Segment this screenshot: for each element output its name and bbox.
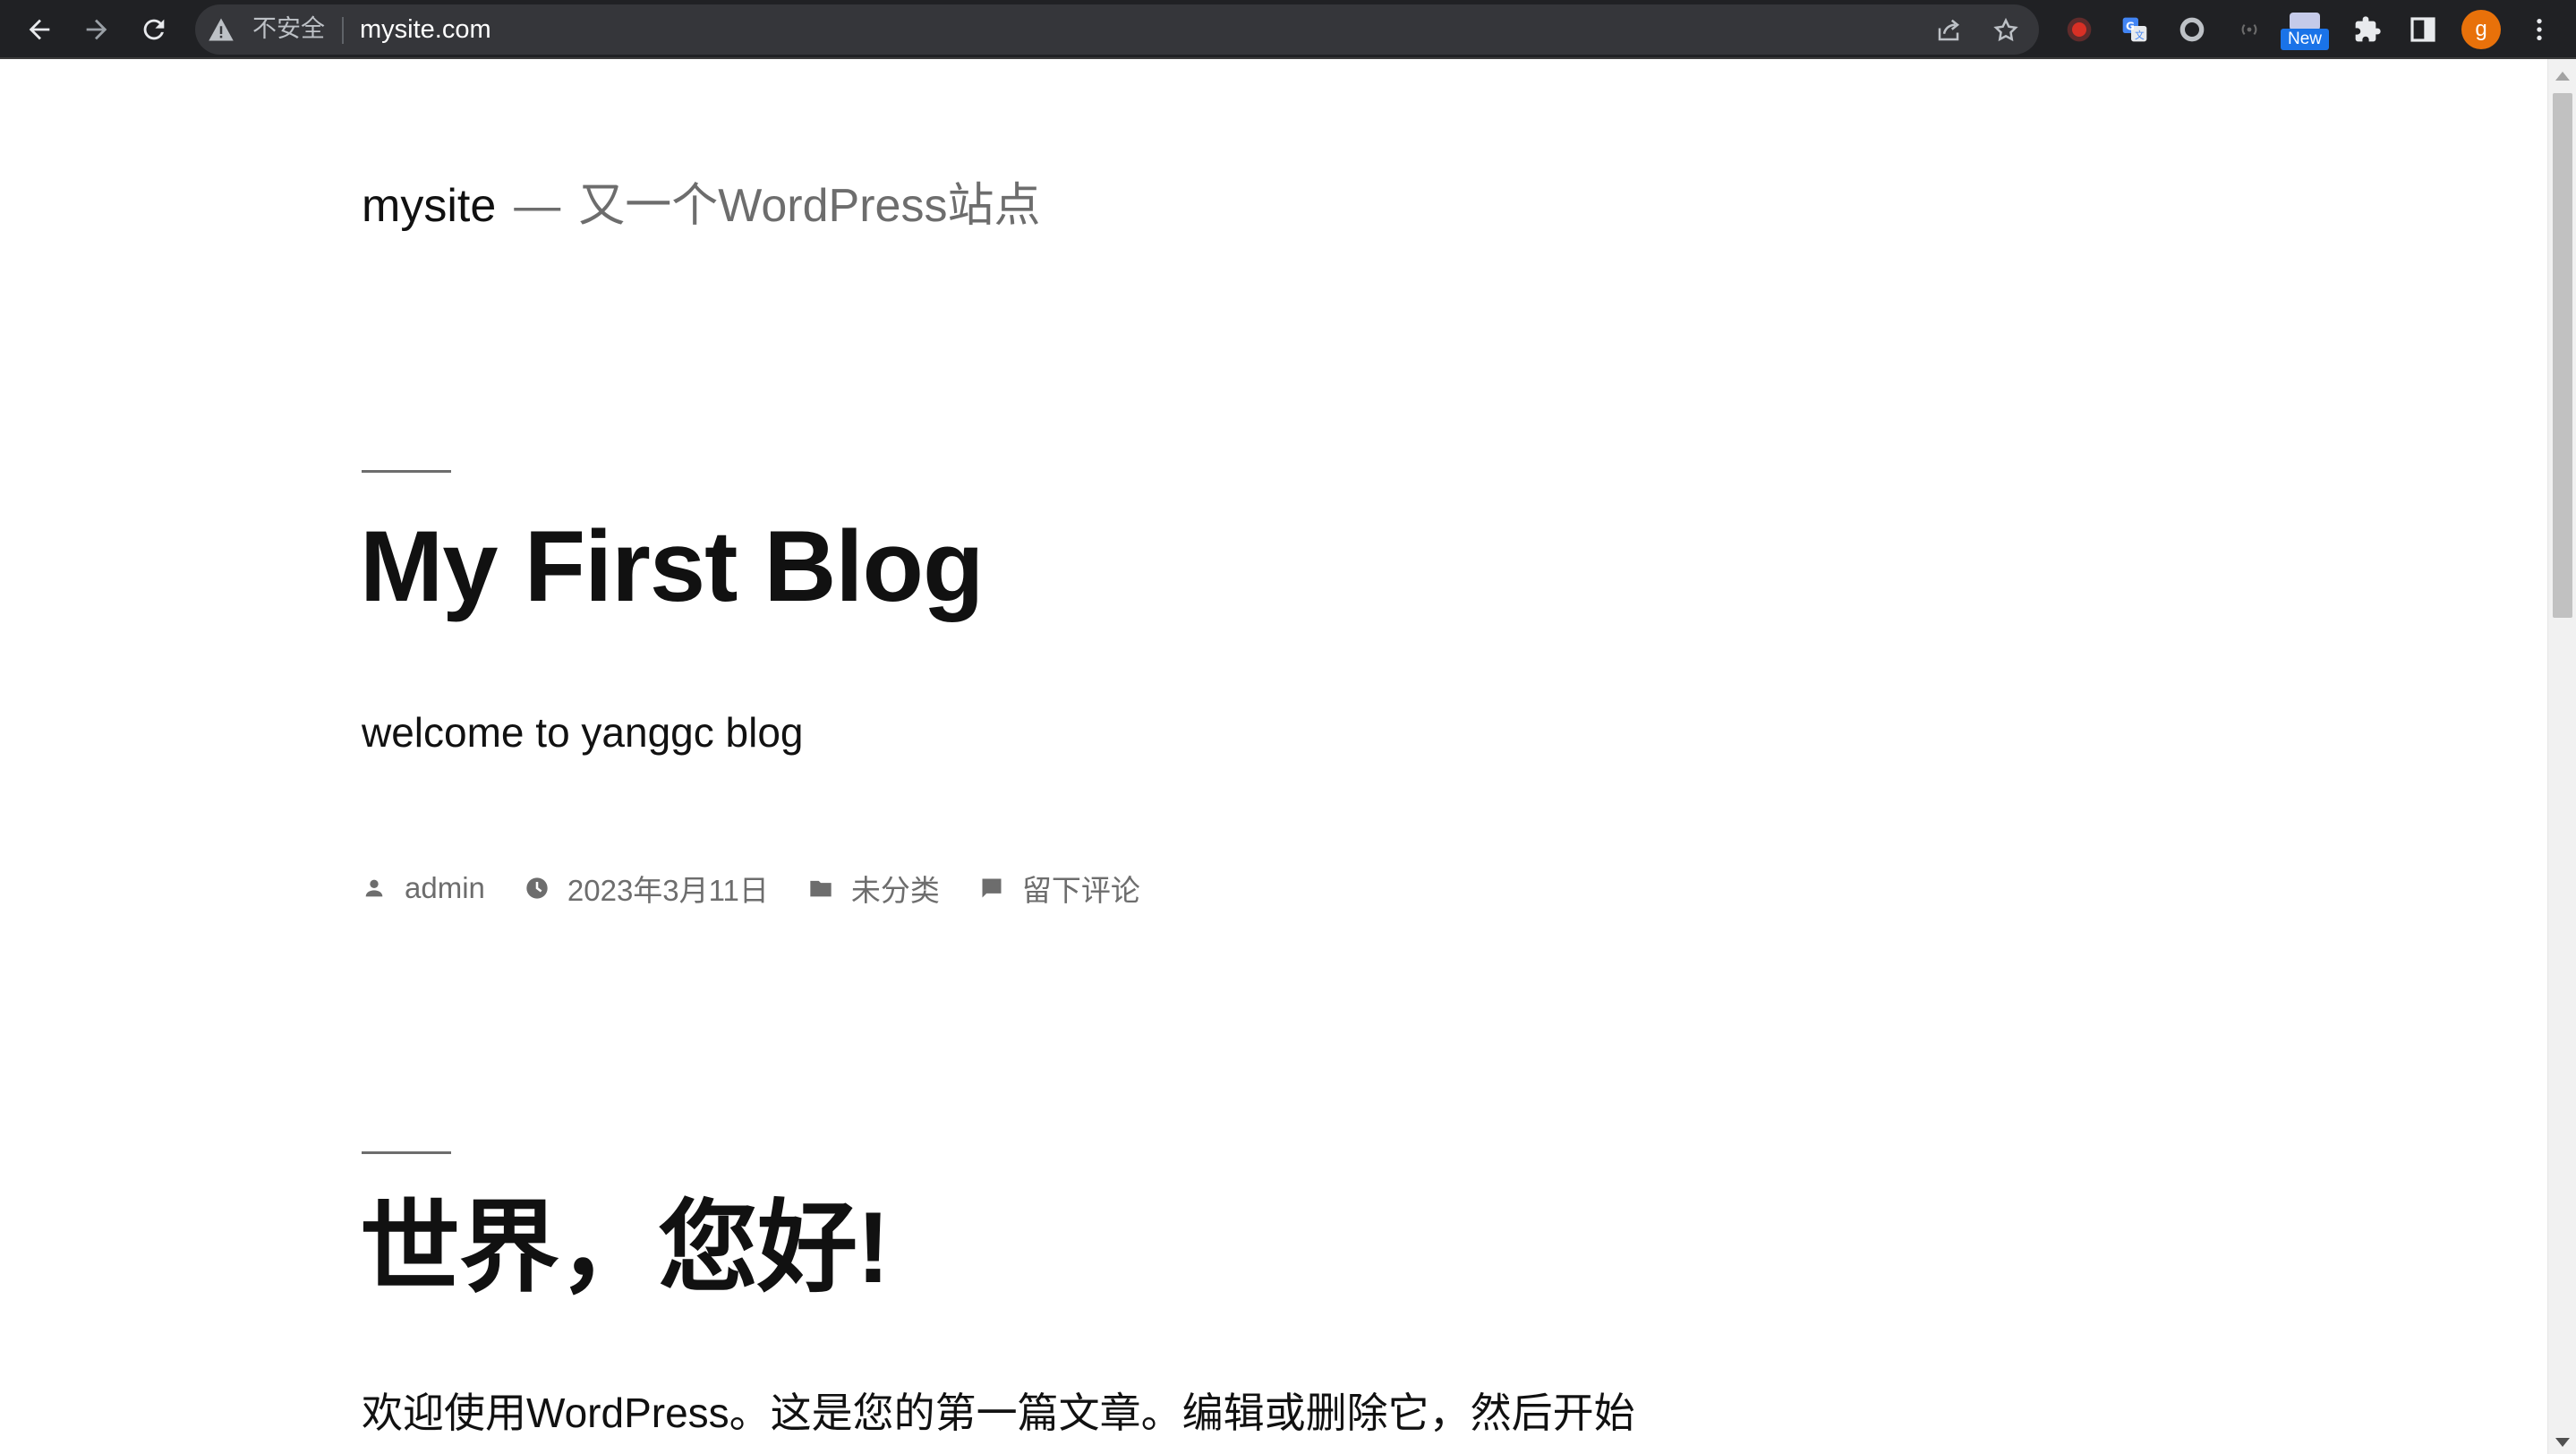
clock-icon bbox=[525, 876, 550, 901]
reload-button[interactable] bbox=[132, 8, 175, 51]
svg-text:文: 文 bbox=[2135, 30, 2145, 41]
share-icon bbox=[1938, 19, 1960, 41]
date-link[interactable]: 2023年3月11日 bbox=[567, 867, 769, 910]
post-date[interactable]: 2023年3月11日 bbox=[525, 867, 769, 910]
circle-icon bbox=[2179, 17, 2205, 42]
new-extension-button[interactable]: New bbox=[2279, 13, 2331, 50]
reload-icon bbox=[143, 19, 165, 40]
post-comments[interactable]: 留下评论 bbox=[979, 867, 1140, 910]
new-badge: New bbox=[2281, 29, 2329, 50]
post-excerpt: welcome to yanggc blog bbox=[362, 709, 804, 756]
site-description: 又一个WordPress站点 bbox=[578, 180, 1041, 232]
author-link[interactable]: admin bbox=[405, 871, 485, 905]
scroll-up-arrow-icon[interactable] bbox=[2555, 72, 2570, 81]
profile-avatar[interactable]: g bbox=[2461, 10, 2501, 49]
browser-toolbar: 不安全 mysite.com G 文 New g bbox=[0, 0, 2576, 59]
translate-icon: G 文 bbox=[2122, 17, 2147, 42]
url-text[interactable]: mysite.com bbox=[360, 15, 491, 44]
security-label[interactable]: 不安全 bbox=[252, 15, 325, 44]
back-button[interactable] bbox=[18, 8, 61, 51]
category-link[interactable]: 未分类 bbox=[851, 867, 940, 910]
kebab-menu-icon bbox=[2537, 19, 2542, 40]
site-header: mysite — 又一个WordPress站点 bbox=[362, 177, 1040, 235]
comment-icon bbox=[979, 876, 1004, 901]
site-title[interactable]: mysite bbox=[362, 180, 496, 232]
post-divider bbox=[362, 470, 451, 473]
record-extension-button[interactable] bbox=[2060, 11, 2098, 48]
title-separator: — bbox=[514, 180, 561, 232]
share-button[interactable] bbox=[1932, 13, 1966, 47]
svg-text:G: G bbox=[2126, 21, 2135, 33]
scroll-down-arrow-icon[interactable] bbox=[2555, 1438, 2570, 1447]
web-page: mysite — 又一个WordPress站点 My First Blog welc… bbox=[0, 59, 2547, 1454]
translate-extension-button[interactable]: G 文 bbox=[2116, 11, 2154, 48]
comments-link[interactable]: 留下评论 bbox=[1022, 867, 1140, 910]
omnibox-divider bbox=[342, 17, 344, 44]
post-excerpt: 欢迎使用WordPress。这是您的第一篇文章。编辑或删除它，然后开始 bbox=[362, 1390, 1635, 1436]
post-meta: admin 2023年3月11日 未分类 留下评论 bbox=[362, 867, 1180, 910]
broadcast-extension-button[interactable] bbox=[2231, 11, 2268, 48]
extensions-button[interactable] bbox=[2349, 11, 2386, 48]
extension-tile-icon bbox=[2290, 13, 2320, 30]
post-divider bbox=[362, 1151, 451, 1154]
folder-icon bbox=[808, 876, 833, 901]
address-bar[interactable]: 不安全 mysite.com bbox=[195, 4, 2039, 55]
forward-button[interactable] bbox=[75, 8, 118, 51]
arrow-right-icon bbox=[86, 19, 107, 40]
broadcast-icon bbox=[2241, 23, 2257, 36]
post-category[interactable]: 未分类 bbox=[808, 867, 940, 910]
record-icon bbox=[2067, 17, 2092, 42]
post-author[interactable]: admin bbox=[362, 871, 485, 905]
bookmark-button[interactable] bbox=[1989, 13, 2023, 47]
warning-triangle-icon[interactable] bbox=[208, 17, 235, 42]
side-panel-icon bbox=[2410, 17, 2435, 42]
scrollbar-thumb[interactable] bbox=[2553, 93, 2572, 618]
side-panel-button[interactable] bbox=[2404, 11, 2442, 48]
browser-menu-button[interactable] bbox=[2521, 11, 2558, 48]
post-title[interactable]: My First Blog bbox=[360, 509, 984, 625]
person-icon bbox=[362, 876, 387, 901]
post-title[interactable]: 世界，您好! bbox=[360, 1190, 890, 1306]
circle-extension-button[interactable] bbox=[2173, 11, 2211, 48]
page-scrollbar[interactable] bbox=[2547, 59, 2576, 1454]
arrow-left-icon bbox=[29, 19, 50, 40]
puzzle-icon bbox=[2355, 16, 2381, 42]
star-icon bbox=[1993, 17, 2018, 42]
